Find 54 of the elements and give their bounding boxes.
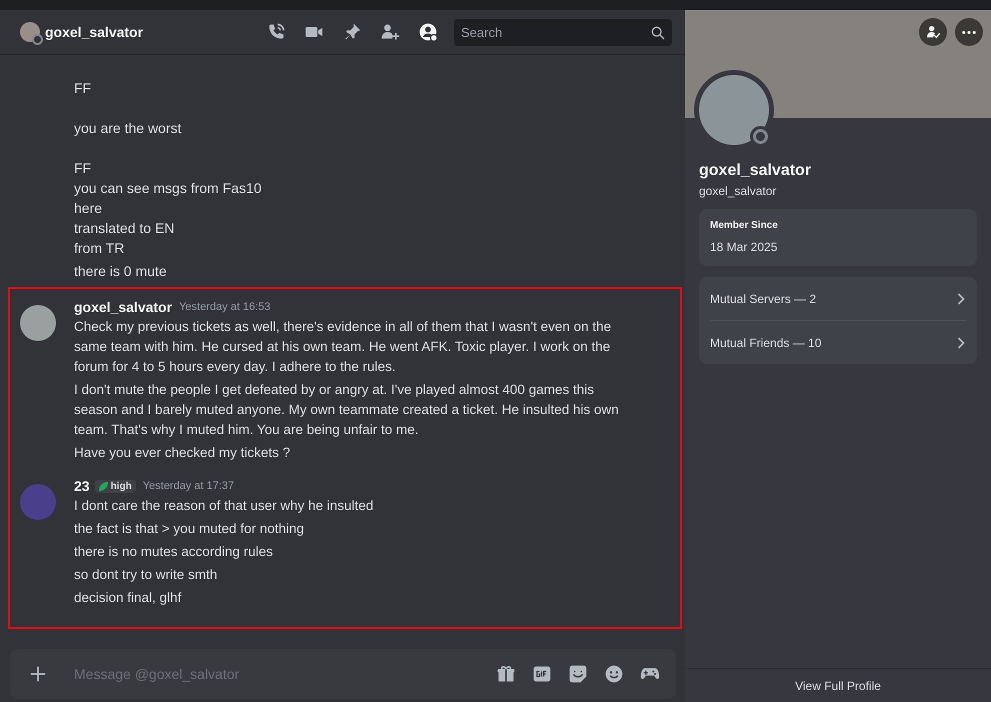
friend-button[interactable] bbox=[919, 18, 947, 46]
message-text: I don't mute the people I get defeated by or angry at. I've played almost 400 games this season and I barely muted anyone. My own teammate created a ticket. He insulted his own team. That's why I muted him. You are being unfair to me. bbox=[74, 381, 620, 439]
display-name: goxel_salvator bbox=[699, 161, 812, 181]
more-button[interactable] bbox=[955, 18, 983, 46]
search-field[interactable]: Search bbox=[454, 18, 672, 46]
mutuals-label: Mutual Servers — 2 bbox=[710, 292, 816, 306]
username[interactable]: 23 bbox=[74, 478, 90, 494]
timestamp: Yesterday at 17:37 bbox=[142, 480, 234, 492]
message-text: from TR bbox=[74, 239, 126, 258]
add-person-icon bbox=[380, 22, 400, 42]
message-text: there is no mutes according rules bbox=[74, 543, 274, 561]
avatar bbox=[20, 22, 40, 42]
person-check-icon bbox=[925, 24, 941, 40]
timestamp: Yesterday at 16:53 bbox=[179, 301, 270, 313]
status-icon bbox=[32, 34, 43, 45]
chevron-right-icon bbox=[956, 292, 966, 306]
user-profile-icon bbox=[418, 22, 438, 42]
avatar[interactable] bbox=[20, 305, 56, 341]
leaf-icon bbox=[98, 480, 109, 492]
message-text: you can see msgs from Fas10 bbox=[74, 179, 263, 198]
gift-icon bbox=[496, 664, 516, 684]
username[interactable]: goxel_salvator bbox=[74, 299, 172, 315]
message-text: Have you ever checked my tickets ? bbox=[74, 444, 292, 462]
gif-icon bbox=[532, 664, 552, 684]
message-text: here bbox=[74, 199, 104, 218]
message-text: decision final, glhf bbox=[74, 589, 182, 607]
emoji-button[interactable] bbox=[603, 663, 625, 685]
member-date: 18 Mar 2025 bbox=[710, 239, 778, 255]
mutuals-item[interactable]: Mutual Friends — 10 bbox=[710, 320, 966, 364]
emoji-icon bbox=[604, 664, 624, 684]
mutuals-label: Mutual Friends — 10 bbox=[710, 336, 822, 350]
channel-name: goxel_salvator bbox=[45, 24, 144, 40]
message-text: I dont care the reason of that user why he insulted bbox=[74, 497, 374, 515]
plus-icon bbox=[29, 665, 47, 683]
message-text: the fact is that > you muted for nothing bbox=[74, 520, 306, 538]
message-text: there is 0 mute bbox=[74, 262, 168, 281]
message-text: you are the worst bbox=[74, 119, 182, 138]
message-text: FF bbox=[74, 159, 92, 178]
sticker-icon bbox=[568, 664, 588, 684]
tag-label: high bbox=[110, 480, 132, 492]
username: goxel_salvator bbox=[699, 183, 778, 200]
message-text: Check my previous tickets as well, there's evidence in all of them that I wasn't even on the same team with him. He cursed at his own team. He went AFK. Toxic player. I work on the forum for 4 to 5 hours every day. I adhere to the rules. bbox=[74, 318, 612, 376]
search-icon bbox=[650, 24, 666, 40]
sticker-button[interactable] bbox=[567, 663, 589, 685]
chevron-right-icon bbox=[956, 336, 966, 350]
profile-avatar bbox=[699, 75, 769, 145]
more-icon bbox=[962, 30, 976, 34]
mutuals-item[interactable]: Mutual Servers — 2 bbox=[710, 277, 966, 320]
message-text: so dont try to write smth bbox=[74, 566, 218, 584]
offline-status-icon bbox=[753, 129, 768, 144]
message-text: translated to EN bbox=[74, 219, 176, 238]
message-text: FF bbox=[74, 79, 92, 98]
message-field[interactable]: Message @goxel_salvator bbox=[72, 665, 488, 683]
card-heading: Member Since bbox=[710, 220, 779, 231]
